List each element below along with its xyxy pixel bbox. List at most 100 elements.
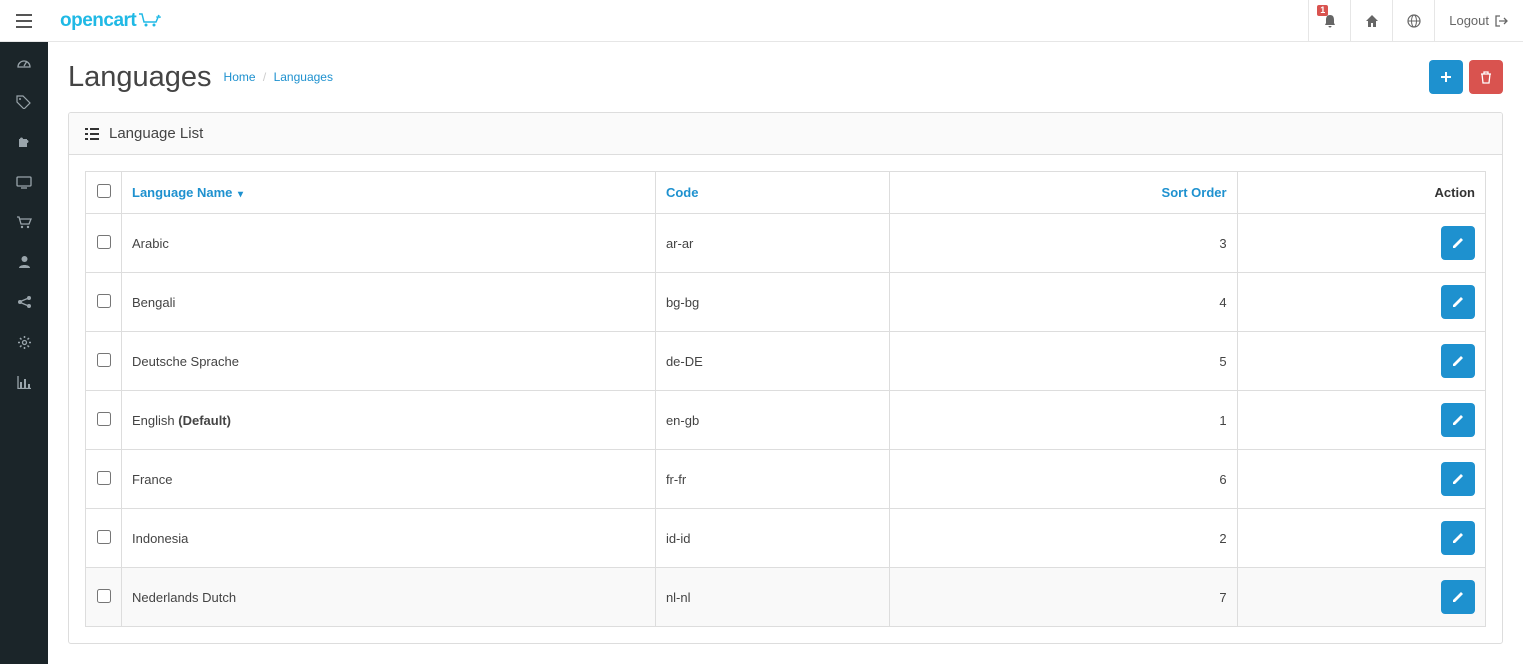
- home-icon: [1365, 14, 1379, 28]
- row-checkbox[interactable]: [97, 235, 111, 249]
- logout-label: Logout: [1449, 13, 1489, 28]
- breadcrumb-home[interactable]: Home: [224, 70, 256, 84]
- cell-sort-order: 1: [889, 391, 1237, 450]
- share-icon: [17, 295, 32, 309]
- notifications-button[interactable]: 1: [1308, 0, 1350, 42]
- page-title: Languages: [68, 61, 212, 94]
- pencil-icon: [1452, 296, 1464, 308]
- gear-icon: [17, 335, 32, 350]
- chevron-down-icon: ▾: [238, 189, 243, 200]
- chart-icon: [17, 376, 31, 389]
- dashboard-icon: [16, 55, 32, 69]
- cell-sort-order: 3: [889, 214, 1237, 273]
- cell-name: English (Default): [122, 391, 656, 450]
- globe-button[interactable]: [1392, 0, 1434, 42]
- pencil-icon: [1452, 473, 1464, 485]
- sidebar-item-sales[interactable]: [0, 202, 48, 242]
- edit-button[interactable]: [1441, 462, 1475, 496]
- row-checkbox[interactable]: [97, 471, 111, 485]
- pencil-icon: [1452, 532, 1464, 544]
- menu-toggle-button[interactable]: [0, 0, 48, 42]
- row-checkbox[interactable]: [97, 353, 111, 367]
- table-row: Nederlands Dutchnl-nl7: [86, 568, 1486, 627]
- cell-sort-order: 2: [889, 509, 1237, 568]
- edit-button[interactable]: [1441, 521, 1475, 555]
- table-row: Indonesiaid-id2: [86, 509, 1486, 568]
- cell-sort-order: 7: [889, 568, 1237, 627]
- cell-code: nl-nl: [655, 568, 889, 627]
- sidebar-item-catalog[interactable]: [0, 82, 48, 122]
- row-checkbox[interactable]: [97, 589, 111, 603]
- pencil-icon: [1452, 414, 1464, 426]
- cell-code: bg-bg: [655, 273, 889, 332]
- puzzle-icon: [17, 135, 32, 149]
- delete-button[interactable]: [1469, 60, 1503, 94]
- trash-icon: [1480, 71, 1492, 84]
- th-code[interactable]: Code: [655, 172, 889, 214]
- cell-name: Deutsche Sprache: [122, 332, 656, 391]
- table-row: Francefr-fr6: [86, 450, 1486, 509]
- logout-button[interactable]: Logout: [1434, 0, 1523, 42]
- cell-name: Indonesia: [122, 509, 656, 568]
- sidebar-item-reports[interactable]: [0, 362, 48, 402]
- cell-name: Nederlands Dutch: [122, 568, 656, 627]
- cell-code: en-gb: [655, 391, 889, 450]
- home-button[interactable]: [1350, 0, 1392, 42]
- cell-sort-order: 4: [889, 273, 1237, 332]
- cell-code: de-DE: [655, 332, 889, 391]
- edit-button[interactable]: [1441, 580, 1475, 614]
- monitor-icon: [16, 176, 32, 189]
- tag-icon: [16, 95, 32, 109]
- cell-code: id-id: [655, 509, 889, 568]
- row-checkbox[interactable]: [97, 294, 111, 308]
- cell-sort-order: 6: [889, 450, 1237, 509]
- logout-icon: [1495, 15, 1509, 27]
- sidebar-item-extensions[interactable]: [0, 122, 48, 162]
- panel-title: Language List: [109, 125, 203, 142]
- sidebar-item-marketing[interactable]: [0, 282, 48, 322]
- edit-button[interactable]: [1441, 344, 1475, 378]
- brand-name: opencart: [60, 10, 136, 32]
- cell-sort-order: 5: [889, 332, 1237, 391]
- cell-name: France: [122, 450, 656, 509]
- cell-code: ar-ar: [655, 214, 889, 273]
- row-checkbox[interactable]: [97, 530, 111, 544]
- pencil-icon: [1452, 237, 1464, 249]
- add-new-button[interactable]: [1429, 60, 1463, 94]
- table-row: Bengalibg-bg4: [86, 273, 1486, 332]
- globe-icon: [1407, 14, 1421, 28]
- user-icon: [18, 255, 31, 269]
- table-row: Deutsche Sprachede-DE5: [86, 332, 1486, 391]
- sidebar: [0, 42, 48, 664]
- sidebar-item-customers[interactable]: [0, 242, 48, 282]
- cart-icon: [138, 12, 162, 28]
- edit-button[interactable]: [1441, 403, 1475, 437]
- edit-button[interactable]: [1441, 226, 1475, 260]
- row-checkbox[interactable]: [97, 412, 111, 426]
- edit-button[interactable]: [1441, 285, 1475, 319]
- plus-icon: [1440, 71, 1452, 83]
- menu-icon: [16, 14, 32, 28]
- bell-icon: [1323, 14, 1337, 28]
- list-icon: [85, 128, 99, 140]
- cell-name: Bengali: [122, 273, 656, 332]
- breadcrumb: Home / Languages: [224, 70, 333, 84]
- cell-name: Arabic: [122, 214, 656, 273]
- brand-logo[interactable]: opencart: [48, 10, 174, 32]
- notification-badge: 1: [1317, 5, 1328, 16]
- panel-heading: Language List: [69, 113, 1502, 155]
- sidebar-item-system[interactable]: [0, 322, 48, 362]
- breadcrumb-current[interactable]: Languages: [274, 70, 333, 84]
- sidebar-item-dashboard[interactable]: [0, 42, 48, 82]
- sidebar-item-design[interactable]: [0, 162, 48, 202]
- breadcrumb-sep: /: [263, 70, 266, 84]
- language-table: Language Name ▾ Code Sort Order Action A…: [85, 171, 1486, 627]
- table-row: English (Default)en-gb1: [86, 391, 1486, 450]
- table-row: Arabicar-ar3: [86, 214, 1486, 273]
- th-action: Action: [1237, 172, 1485, 214]
- th-name[interactable]: Language Name ▾: [122, 172, 656, 214]
- th-sort-order[interactable]: Sort Order: [889, 172, 1237, 214]
- cell-code: fr-fr: [655, 450, 889, 509]
- cart-icon: [16, 216, 32, 229]
- select-all-checkbox[interactable]: [97, 184, 111, 198]
